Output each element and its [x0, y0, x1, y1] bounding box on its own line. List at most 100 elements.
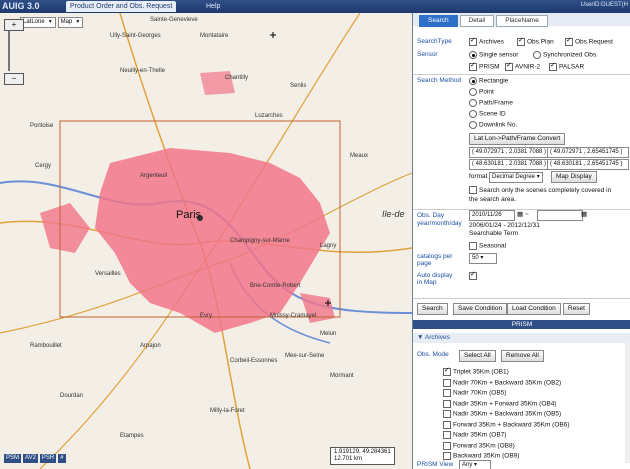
save-condition-button[interactable]: Save Condition [453, 303, 508, 315]
sensor-label: Sensor [417, 51, 438, 58]
auto-display-checkbox[interactable] [469, 270, 479, 280]
tab-placename[interactable]: PlaceName [496, 15, 548, 27]
place-label: Mormant [330, 373, 354, 379]
place-label: Arpajon [140, 343, 161, 349]
calendar-icon[interactable]: ▦ [581, 210, 587, 218]
latlon-convert-button[interactable]: Lat Lon->Path/Frame Convert [469, 133, 566, 145]
place-label: Mee-sur-Seine [285, 353, 325, 359]
place-label: Sainte-Genevieve [150, 17, 198, 23]
place-label: Evry [200, 313, 212, 319]
load-condition-button[interactable]: Load Condition [507, 303, 561, 315]
reset-button[interactable]: Reset [563, 303, 590, 315]
obs-request-checkbox[interactable]: Obs.Request [565, 36, 613, 46]
place-label: Versailles [95, 271, 121, 277]
catalogs-select[interactable]: 50 ▾ [469, 253, 497, 264]
coordinate-readout: 1.919129, 49.284361 12.701 km [330, 447, 395, 465]
place-label-paris: Paris [176, 209, 202, 221]
av2-button[interactable]: AV2 [23, 454, 38, 463]
date-from-input[interactable]: 2010/11/26 [469, 210, 515, 221]
coord-field-4[interactable]: ( 48.630181 , 2.65451745 ) [547, 159, 629, 170]
remove-all-button[interactable]: Remove All [501, 350, 544, 362]
zoom-in-icon[interactable]: + [4, 19, 24, 31]
place-label: Dourdan [60, 393, 84, 399]
search-panel: Search Detail PlaceName SearchType Archi… [412, 13, 630, 469]
coord-field-3[interactable]: ( 48.630181 , 2.0381 7088 ) [469, 159, 548, 170]
obs-mode-item[interactable]: Nadir 35Km + Backward 35Km (OB5) [443, 410, 570, 421]
tab-search[interactable]: Search [419, 15, 458, 27]
place-label: Champigny-sur-Marne [230, 238, 290, 244]
map-display-button[interactable]: Map Display [551, 171, 597, 183]
format-select[interactable]: Decimal Degree ▾ [489, 172, 543, 183]
obs-mode-item[interactable]: Forward 35Km (OB8) [443, 441, 570, 453]
archives-section-header[interactable]: ▼ Archives [413, 333, 630, 343]
format-label: format [469, 173, 488, 180]
obs-mode-item[interactable]: Nadir 70Km + Backward 35Km (OB2) [443, 378, 570, 390]
archives-checkbox[interactable]: Archives [469, 36, 504, 46]
method-rectangle-radio[interactable]: Rectangle [469, 77, 508, 85]
map-canvas[interactable] [0, 13, 412, 469]
obs-day-label: Obs. Day [417, 212, 445, 219]
scale-distance: 12.701 km [334, 456, 363, 462]
coord-system-select[interactable]: LatLone ▼ [20, 17, 56, 28]
user-id: UserID:GUEST(H [580, 2, 628, 8]
coord-field-2[interactable]: ( 49.072971 , 2.65451745 ) [547, 147, 629, 158]
psm-button[interactable]: PSM [4, 454, 22, 463]
place-label: Neuilly-en-Thelle [120, 68, 166, 74]
divider [413, 74, 630, 75]
obs-mode-label: Obs. Mode [417, 351, 449, 358]
seasonal-checkbox[interactable]: Seasonal [469, 242, 506, 250]
app-title: AUIG 3.0 [2, 1, 40, 11]
date-to-input[interactable] [537, 210, 583, 221]
prism-section-header: PRISM [413, 320, 630, 329]
search-type-label: SearchType [417, 38, 452, 45]
synchronized-obs-radio[interactable]: Synchronized Obs. [533, 51, 598, 59]
psr-button[interactable]: PSR [39, 454, 57, 463]
obs-mode-item[interactable]: Nadir 35Km (OB7) [443, 431, 570, 442]
obs-mode-item[interactable]: Triplet 35Km (OB1) [443, 366, 570, 379]
divider [413, 298, 630, 299]
map-view[interactable]: Sainte-Genevieve Ully-Saint-Georges Mont… [0, 13, 412, 469]
obs-mode-list: Triplet 35Km (OB1) Nadir 70Km + Backward… [443, 366, 570, 463]
obs-mode-item[interactable]: Nadir 70Km (OB5) [443, 389, 570, 400]
place-label: Meaux [350, 153, 369, 159]
method-sceneid-radio[interactable]: Scene ID [469, 110, 506, 118]
tab-detail[interactable]: Detail [459, 15, 495, 27]
place-label: Cergy [35, 163, 52, 169]
select-all-button[interactable]: Select All [459, 350, 496, 362]
catalogs-label: catalogs per page [417, 253, 453, 267]
place-label: Chantilly [225, 75, 249, 81]
palsar-checkbox[interactable]: PALSAR [549, 61, 584, 71]
obs-mode-item[interactable]: Nadir 35Km + Forward 35Km (OB4) [443, 399, 570, 411]
search-method-label: Search Method [417, 77, 462, 84]
calendar-icon[interactable]: ▦ ~ [517, 210, 529, 218]
method-pathframe-radio[interactable]: Path/Frame [469, 99, 513, 107]
place-label: Ully-Saint-Georges [110, 33, 161, 39]
searchable-term-label: Searchable Term [469, 230, 519, 237]
searchable-term: 2006/01/24 - 2012/12/31 [469, 222, 540, 229]
prism-checkbox[interactable]: PRISM [469, 61, 500, 71]
panel-scrollbar[interactable] [625, 343, 630, 463]
obs-mode-item[interactable]: Forward 35Km + Backward 35Km (OB6) [443, 420, 570, 432]
place-label: Moissy-Cramayel [270, 313, 317, 319]
place-label: Rambouillet [30, 343, 62, 349]
grid-button[interactable]: # [58, 454, 66, 463]
coord-latlon: 1.919129, 49.284361 [334, 449, 391, 455]
tab-help[interactable]: Help [202, 1, 224, 12]
zoom-out-icon[interactable]: − [4, 73, 24, 85]
single-sensor-radio[interactable]: Single sensor [469, 51, 518, 59]
place-label: Montataire [200, 33, 229, 39]
tab-product-order[interactable]: Product Order and Obs. Request [66, 1, 177, 12]
avnir2-checkbox[interactable]: AVNIR-2 [505, 61, 540, 71]
coord-field-1[interactable]: ( 49.072971 , 2.0381 7088 ) [469, 147, 548, 158]
method-downlink-radio[interactable]: Downlink No. [469, 121, 517, 129]
place-label: Pontoise [30, 123, 54, 129]
zoom-control: + − [4, 19, 24, 85]
obs-plan-checkbox[interactable]: Obs.Plan [517, 36, 554, 46]
search-button[interactable]: Search [417, 303, 448, 315]
method-point-radio[interactable]: Point [469, 88, 494, 96]
place-label: Argenteuil [140, 173, 168, 179]
place-label: Senlis [290, 83, 307, 89]
prism-view-select[interactable]: Any ▾ [459, 460, 491, 469]
cover-only-checkbox[interactable]: Search only the scenes completely covere… [469, 186, 619, 204]
layer-select[interactable]: Map ▼ [57, 17, 84, 28]
